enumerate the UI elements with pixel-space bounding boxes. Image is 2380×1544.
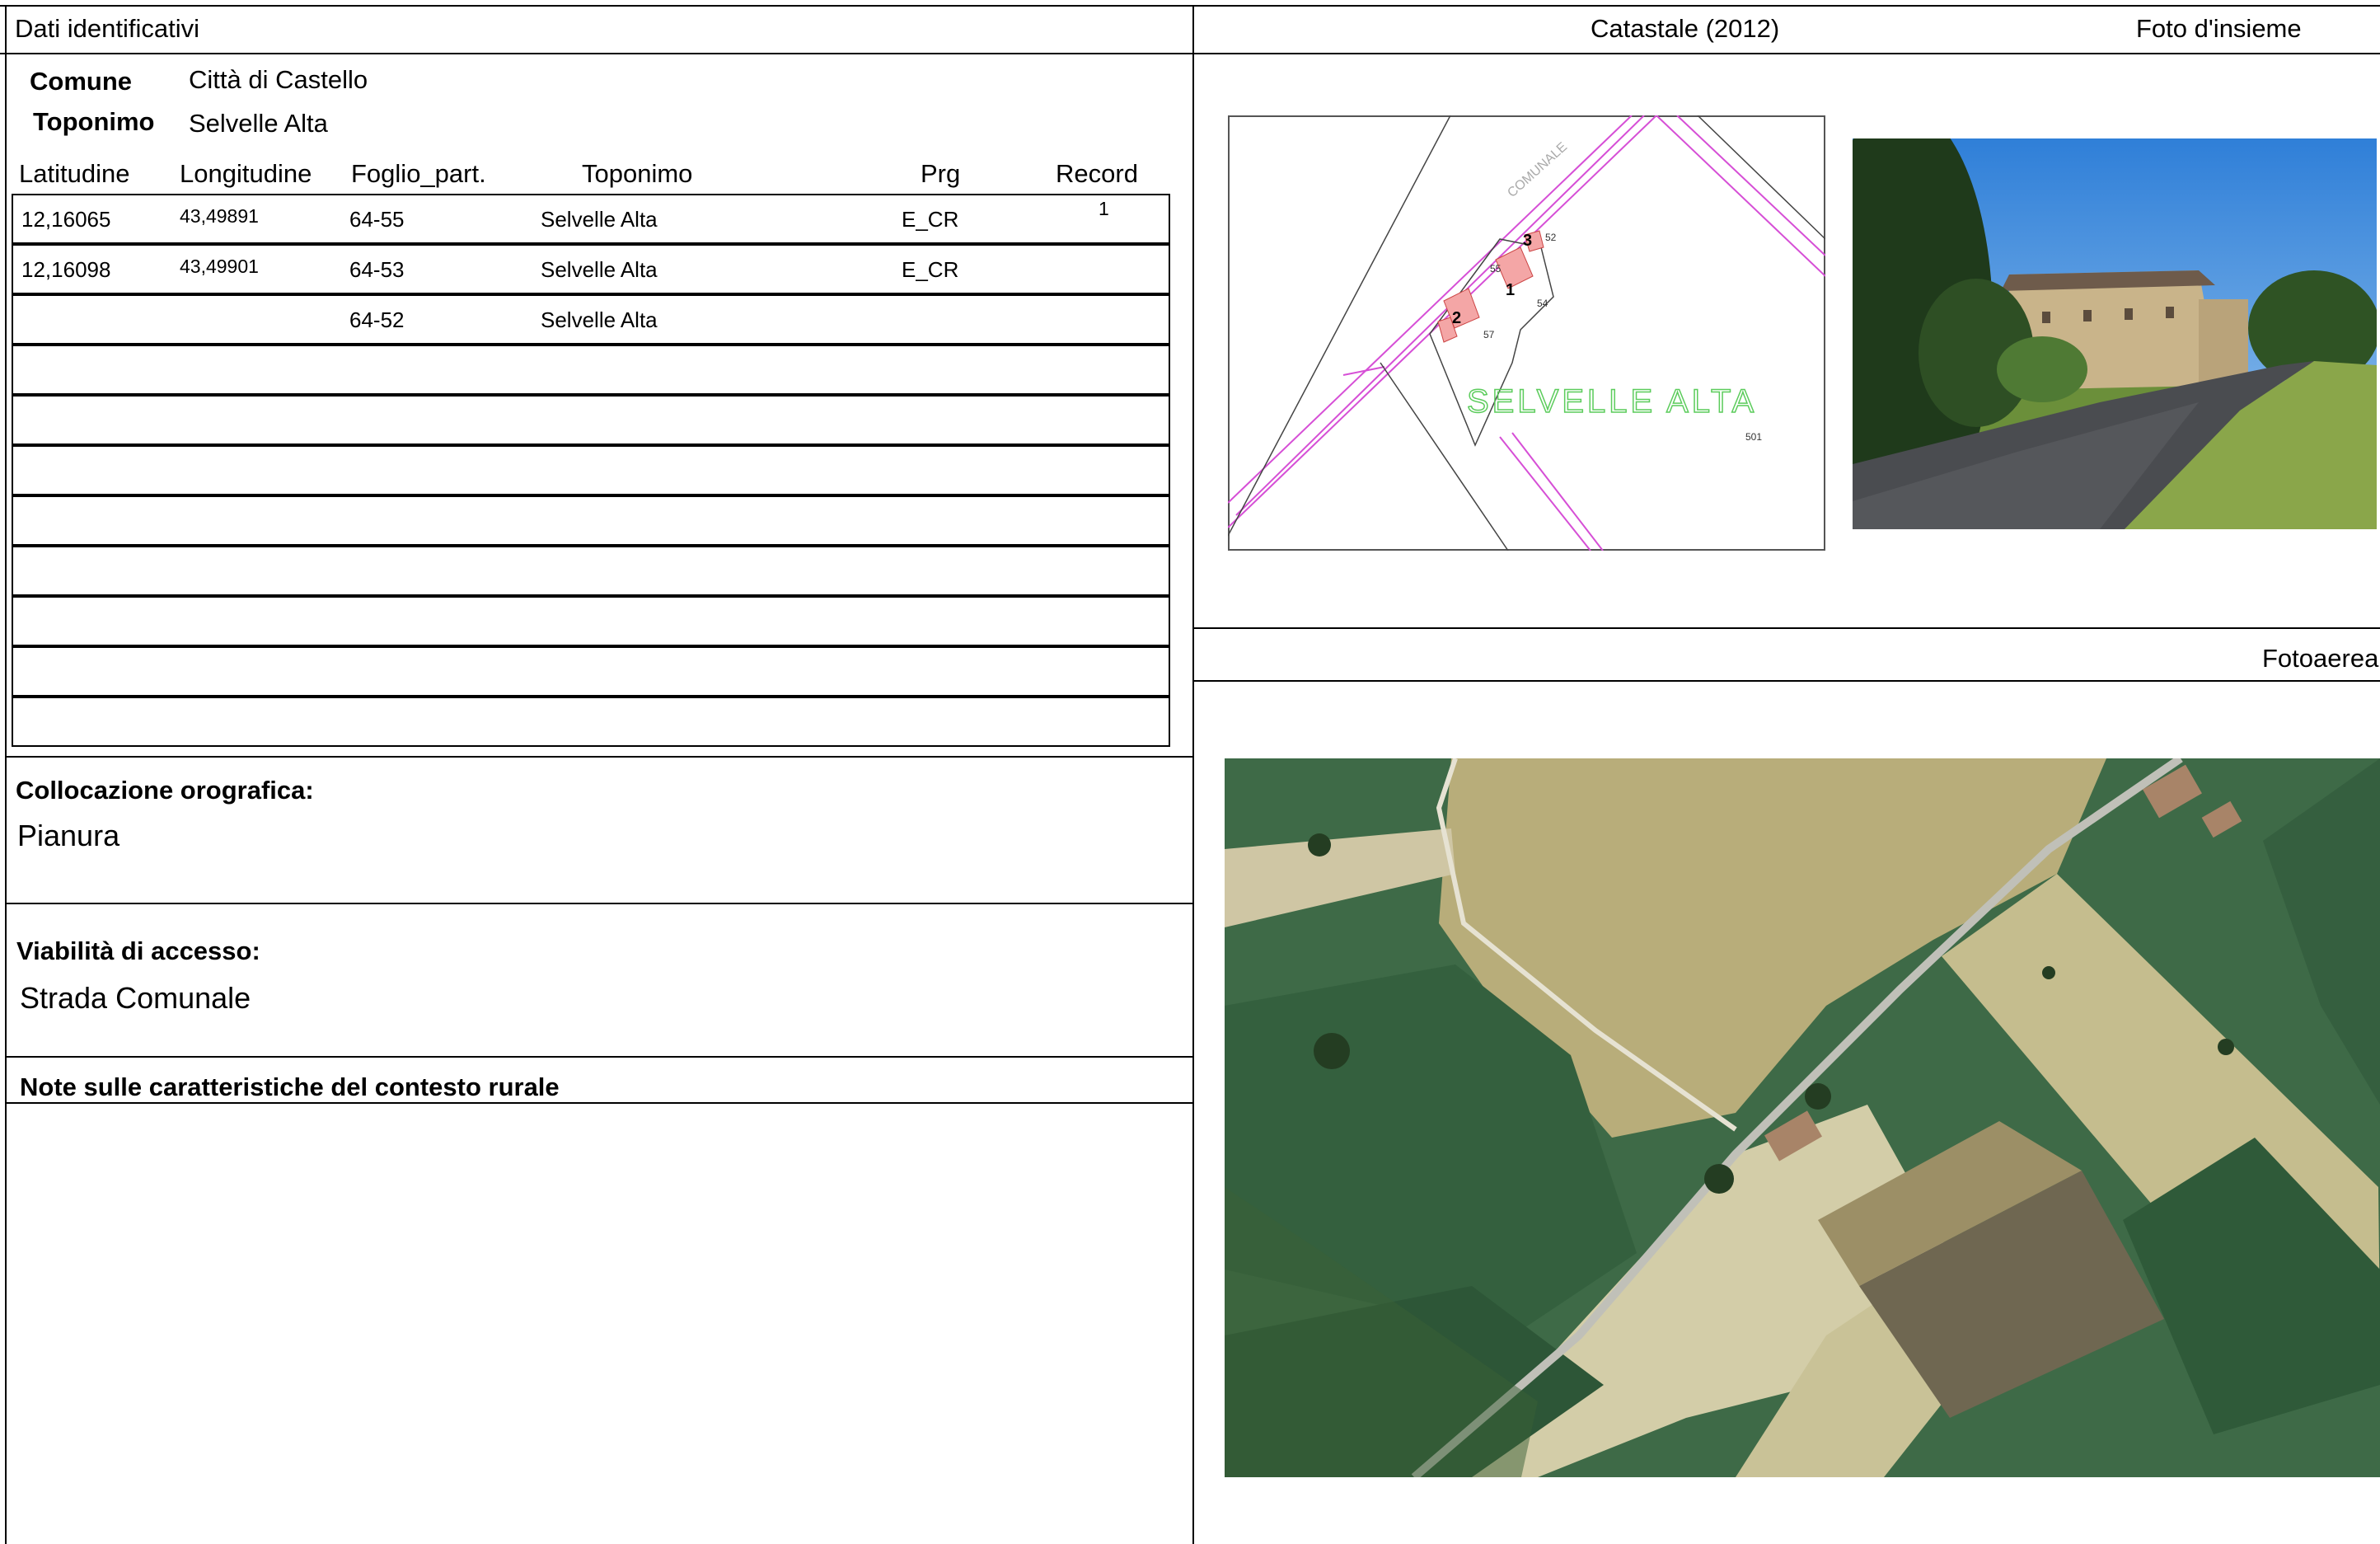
comune-label: Comune — [30, 67, 132, 96]
cell-foglio: 64-55 — [349, 207, 405, 232]
col-header-prg: Prg — [921, 159, 961, 188]
toponimo-label: Toponimo — [33, 107, 155, 136]
col-header-longitudine: Longitudine — [180, 159, 312, 188]
table-row — [12, 345, 1170, 395]
viabilita-label: Viabilità di accesso: — [16, 936, 260, 965]
divider-viabilita — [5, 903, 1194, 904]
parcel-small-label: 54 — [1537, 298, 1548, 309]
divider-orografia — [5, 756, 1194, 758]
cell-longitudine: 43,49891 — [180, 205, 259, 227]
table-row: 64-52 Selvelle Alta — [12, 294, 1170, 345]
parcel-small-label: 52 — [1545, 232, 1557, 243]
cell-prg: E_CR — [902, 257, 959, 282]
cell-longitudine: 43,49901 — [180, 256, 259, 277]
divider-note-top — [5, 1056, 1194, 1058]
col-header-record: Record — [1056, 159, 1138, 188]
parcel-small-label: 501 — [1745, 431, 1762, 443]
parcel-number: 1 — [1506, 281, 1515, 299]
toponimo-value: Selvelle Alta — [189, 109, 328, 138]
col-header-latitudine: Latitudine — [19, 159, 130, 188]
comune-value: Città di Castello — [189, 65, 368, 94]
aerial-photo — [1225, 758, 2380, 1477]
place-label: SELVELLE ALTA — [1467, 383, 1757, 420]
column-divider — [1192, 5, 1194, 1544]
cell-foglio: 64-52 — [349, 307, 405, 332]
parcel-number: 2 — [1452, 309, 1461, 327]
cell-toponimo: Selvelle Alta — [541, 257, 658, 282]
table-row: 12,16098 43,49901 64-53 Selvelle Alta E_… — [12, 244, 1170, 294]
left-border — [5, 5, 7, 1544]
fotoaerea-top-border — [1192, 627, 2380, 629]
table-row — [12, 596, 1170, 646]
table-row: 12,16065 43,49891 64-55 Selvelle Alta E_… — [12, 194, 1170, 244]
table-row — [12, 697, 1170, 747]
section-title-fotoaerea: Fotoaerea — [2262, 644, 2379, 673]
cell-prg: E_CR — [902, 207, 959, 232]
divider-note-bottom — [5, 1102, 1194, 1104]
note-label: Note sulle caratteristiche del contesto … — [20, 1072, 560, 1101]
header-bottom-border — [0, 53, 2380, 54]
orografia-value: Pianura — [17, 819, 120, 852]
cadastral-map: 1 2 3 52 54 57 55 501 COMUNALE SELVELLE … — [1228, 115, 1825, 551]
parcel-number: 3 — [1523, 232, 1532, 250]
orografia-label: Collocazione orografica: — [16, 776, 314, 805]
cell-latitudine: 12,16098 — [21, 257, 111, 282]
parcel-small-label: 55 — [1490, 263, 1502, 275]
cell-record: 1 — [1099, 198, 1109, 219]
cell-toponimo: Selvelle Alta — [541, 207, 658, 232]
top-border — [0, 5, 2380, 7]
section-title-dati: Dati identificativi — [15, 14, 199, 43]
cell-toponimo: Selvelle Alta — [541, 307, 658, 332]
col-header-toponimo: Toponimo — [582, 159, 693, 188]
table-row — [12, 546, 1170, 596]
cell-foglio: 64-53 — [349, 257, 405, 282]
fotoaerea-bottom-border — [1192, 680, 2380, 682]
section-title-catastale: Catastale (2012) — [1591, 14, 1780, 43]
section-title-foto: Foto d'insieme — [2136, 14, 2302, 43]
table-row — [12, 646, 1170, 697]
table-row — [12, 495, 1170, 546]
overview-photo — [1853, 138, 2377, 529]
col-header-foglio: Foglio_part. — [351, 159, 486, 188]
cell-latitudine: 12,16065 — [21, 207, 111, 232]
table-row — [12, 445, 1170, 495]
parcel-small-label: 57 — [1483, 329, 1495, 340]
viabilita-value: Strada Comunale — [20, 981, 251, 1015]
table-row — [12, 395, 1170, 445]
